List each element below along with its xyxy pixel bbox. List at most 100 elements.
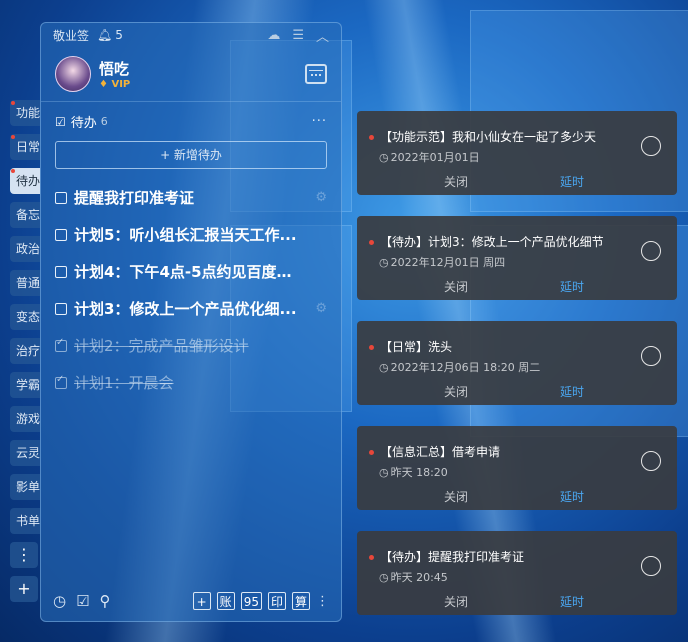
gear-icon[interactable]: ⚙ xyxy=(315,301,327,316)
todo-header: ☑ 待办 6 ··· xyxy=(41,102,341,135)
complete-circle-button[interactable] xyxy=(641,346,661,366)
ledger-tool-button[interactable]: 账 xyxy=(216,592,235,610)
calculator-tool-button[interactable]: 算 xyxy=(291,592,310,610)
bell-icon[interactable]: 🔔︎ xyxy=(97,28,112,42)
add-category-button[interactable]: + xyxy=(10,576,38,602)
todo-item[interactable]: 计划3：修改上一个产品优化细... ⚙ xyxy=(41,290,341,327)
todo-text: 计划2：完成产品雏形设计 xyxy=(74,337,249,355)
title-bar: 敬业签 🔔︎ 5 ☁ ☰ ︿ xyxy=(41,23,341,47)
todo-checkbox[interactable] xyxy=(55,191,67,204)
delay-button[interactable]: 延时 xyxy=(560,488,584,505)
todo-text: 计划3：修改上一个产品优化细... xyxy=(74,300,297,318)
delay-button[interactable]: 延时 xyxy=(560,278,584,295)
close-button[interactable]: 关闭 xyxy=(444,593,468,610)
complete-circle-button[interactable] xyxy=(641,136,661,156)
todo-item[interactable]: 计划2：完成产品雏形设计 xyxy=(41,327,341,364)
todo-list: 提醒我打印准考证 ⚙ 计划5：听小组长汇报当天工作... 计划4：下午4点-5点… xyxy=(41,179,341,401)
close-button[interactable]: 关闭 xyxy=(444,383,468,400)
notification-title: 【待办】提醒我打印准考证 xyxy=(380,550,525,564)
todo-item[interactable]: 提醒我打印准考证 ⚙ xyxy=(41,179,341,216)
alert-dot xyxy=(369,555,374,560)
todo-item[interactable]: 计划4：下午4点-5点约见百度广... xyxy=(41,253,341,290)
todo-text: 计划1：开晨会 xyxy=(74,374,174,392)
delay-button[interactable]: 延时 xyxy=(560,593,584,610)
notification-title-row: 【功能示范】我和小仙女在一起了多少天 xyxy=(369,128,596,145)
tab-category-7[interactable]: 治疗 xyxy=(10,338,40,364)
tab-category-10[interactable]: 云灵 xyxy=(10,440,40,466)
vip-label: VIP xyxy=(111,79,131,90)
alert-dot xyxy=(369,345,374,350)
cloud-sync-icon[interactable]: ☁ xyxy=(267,28,280,43)
tool-95-button[interactable]: 95 xyxy=(240,592,262,610)
notification-title-row: 【待办】提醒我打印准考证 xyxy=(369,548,524,565)
tab-category-12[interactable]: 书单 xyxy=(10,508,40,534)
notification-title: 【日常】洗头 xyxy=(380,340,453,354)
checklist-icon: ☑ xyxy=(55,114,66,129)
calendar-icon[interactable] xyxy=(305,64,327,84)
user-profile: 悟吃 ♦ VIP xyxy=(41,47,341,102)
reminder-count: 5 xyxy=(115,28,123,42)
tab-category-2[interactable]: 待办 xyxy=(10,168,40,194)
tab-category-0[interactable]: 功能 xyxy=(10,100,40,126)
add-tool-button[interactable]: + xyxy=(192,592,211,610)
tab-category-6[interactable]: 变态 xyxy=(10,304,40,330)
notification-title: 【信息汇总】借考申请 xyxy=(380,445,501,459)
todo-title: 待办 xyxy=(70,116,97,131)
notification-title-row: 【信息汇总】借考申请 xyxy=(369,443,500,460)
notification-time-row: ◷ 2022年01月01日 xyxy=(379,149,480,165)
check-calendar-icon[interactable]: ☑ xyxy=(76,592,89,610)
todo-text: 计划4：下午4点-5点约见百度广... xyxy=(74,263,306,281)
stamp-tool-button[interactable]: 印 xyxy=(267,592,286,610)
todo-checkbox[interactable] xyxy=(55,228,67,241)
notification-title: 【功能示范】我和小仙女在一起了多少天 xyxy=(380,130,597,144)
clock-icon: ◷ xyxy=(379,466,389,479)
tab-category-11[interactable]: 影单 xyxy=(10,474,40,500)
close-button[interactable]: 关闭 xyxy=(444,488,468,505)
todo-item[interactable]: 计划1：开晨会 xyxy=(41,364,341,401)
main-panel: 敬业签 🔔︎ 5 ☁ ☰ ︿ 悟吃 ♦ VIP ☑ 待办 6 ··· + 新增待… xyxy=(40,22,342,622)
notification-title-row: 【日常】洗头 xyxy=(369,338,452,355)
bottom-toolbar: ◷ ☑ ⚲ + 账 95 印 算 ⋮ xyxy=(41,589,341,613)
clock-icon: ◷ xyxy=(379,571,389,584)
tab-category-4[interactable]: 政治 xyxy=(10,236,40,262)
more-options-icon[interactable]: ··· xyxy=(312,114,327,129)
close-button[interactable]: 关闭 xyxy=(444,173,468,190)
unread-dot xyxy=(11,101,15,105)
add-todo-button[interactable]: + 新增待办 xyxy=(55,141,327,169)
clock-icon[interactable]: ◷ xyxy=(53,592,66,610)
clock-icon: ◷ xyxy=(379,256,389,269)
todo-item[interactable]: 计划5：听小组长汇报当天工作... xyxy=(41,216,341,253)
gear-icon[interactable]: ⚙ xyxy=(315,190,327,205)
complete-circle-button[interactable] xyxy=(641,241,661,261)
menu-icon[interactable]: ☰ xyxy=(292,28,304,43)
notification-time: 2022年01月01日 xyxy=(390,151,480,164)
reminder-notification: 【待办】计划3：修改上一个产品优化细节 ◷ 2022年12月01日 周四 关闭 延… xyxy=(357,216,677,300)
user-name: 悟吃 xyxy=(99,60,130,78)
tab-category-5[interactable]: 普通 xyxy=(10,270,40,296)
tab-category-1[interactable]: 日常 xyxy=(10,134,40,160)
todo-count: 6 xyxy=(100,115,108,128)
notification-time: 2022年12月06日 18:20 周二 xyxy=(390,361,541,374)
tab-category-9[interactable]: 游戏 xyxy=(10,406,40,432)
notification-title-row: 【待办】计划3：修改上一个产品优化细节 xyxy=(369,233,604,250)
todo-text: 提醒我打印准考证 xyxy=(74,189,195,207)
close-button[interactable]: 关闭 xyxy=(444,278,468,295)
more-icon[interactable]: ⋮ xyxy=(316,594,329,609)
todo-checkbox[interactable] xyxy=(55,265,67,278)
complete-circle-button[interactable] xyxy=(641,556,661,576)
todo-checkbox-checked[interactable] xyxy=(55,337,67,352)
complete-circle-button[interactable] xyxy=(641,451,661,471)
more-categories-button[interactable]: ⋮ xyxy=(10,542,38,568)
notification-time-row: ◷ 昨天 18:20 xyxy=(379,464,448,480)
delay-button[interactable]: 延时 xyxy=(560,173,584,190)
collapse-chevron-icon[interactable]: ︿ xyxy=(316,26,329,45)
search-icon[interactable]: ⚲ xyxy=(100,592,111,610)
avatar[interactable] xyxy=(55,56,91,92)
todo-checkbox[interactable] xyxy=(55,302,67,315)
delay-button[interactable]: 延时 xyxy=(560,383,584,400)
reminder-notification: 【日常】洗头 ◷ 2022年12月06日 18:20 周二 关闭 延时 xyxy=(357,321,677,405)
tab-category-3[interactable]: 备忘 xyxy=(10,202,40,228)
tab-category-8[interactable]: 学霸 xyxy=(10,372,40,398)
notification-time: 昨天 20:45 xyxy=(390,571,448,584)
todo-checkbox-checked[interactable] xyxy=(55,374,67,389)
